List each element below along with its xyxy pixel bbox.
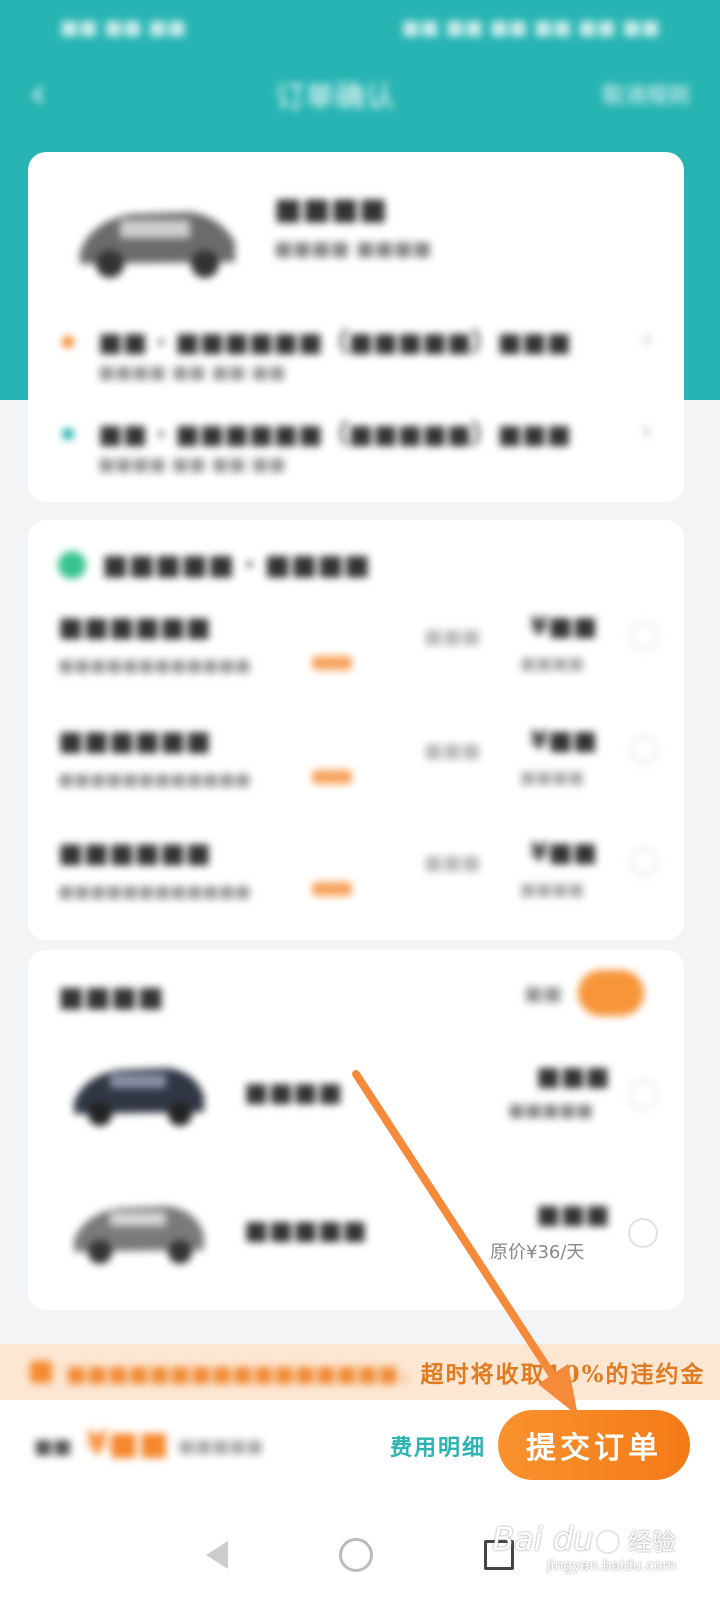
status-bar: ■■ ■■ ■■ ■■ ■■ ■■ ■■ ■■ ■■ (0, 0, 720, 54)
upgrade-original-price: ■■■■■ (508, 1100, 594, 1121)
watermark-logo: Bai du (492, 1520, 594, 1558)
upgrade-price: ■■■ (536, 1062, 610, 1092)
insurance-option[interactable]: ■■■■■■ ■■■■■■■■■■■■ ■■■ ¥■■ ■■■■ (58, 726, 658, 816)
bottom-bar: ■■ ¥■■ ■■■■■ 费用明细 提交订单 (0, 1400, 720, 1510)
insurance-desc: ■■■■■■■■■■■■ (58, 882, 251, 902)
navbar: ‹ 订单确认 取消规则 (0, 54, 720, 134)
insurance-price-sub: ■■■■ (520, 654, 585, 674)
chevron-right-icon: › (641, 324, 652, 354)
submit-order-button[interactable]: 提交订单 (498, 1410, 690, 1480)
insurance-price-sub: ■■■■ (520, 768, 585, 788)
toggle-off-label[interactable]: ■■ (524, 981, 562, 1005)
cancel-rules-link[interactable]: 取消规则 (580, 78, 690, 110)
insurance-detail[interactable]: ■■■ (424, 850, 481, 874)
system-back-icon[interactable] (205, 1541, 228, 1569)
pickup-location-row[interactable]: ■■ · ■■■■■■（■■■■■）■■■ ■■■■ ■■ ■■:■■ › (62, 322, 652, 392)
notice-text: 超时将收取10%的违约金 (420, 1361, 706, 1388)
upgrade-car-name: ■■■■■ (244, 1216, 367, 1246)
insurance-price: ¥■■ (530, 838, 598, 868)
upgrade-radio[interactable] (628, 1218, 658, 1248)
insurance-tag (312, 770, 352, 784)
pickup-time: ■■■■ ■■ ■■:■■ (98, 362, 286, 383)
check-icon (58, 550, 86, 579)
overtime-notice: ■■■■■■■■■■■■■■■■， 超时将收取10%的违约金 (0, 1344, 720, 1400)
upgrade-price: ■■■ (536, 1200, 610, 1230)
watermark-cn: 经验 (628, 1527, 676, 1556)
pickup-dot-icon (62, 336, 74, 348)
car-image (80, 212, 235, 278)
car-image (74, 1206, 204, 1264)
return-location-row[interactable]: ■■ · ■■■■■■（■■■■■）■■■ ■■■■ ■■ ■■:■■ › (62, 414, 652, 484)
status-bar-right: ■■ ■■ ■■ ■■ ■■ ■■ (401, 15, 660, 39)
insurance-name: ■■■■■■ (58, 838, 212, 869)
upgrade-title: ■■■■ (58, 980, 164, 1013)
insurance-card: ■■■■■ · ■■■■ ■■■■■■ ■■■■■■■■■■■■ ■■■ ¥■■… (28, 520, 684, 940)
insurance-name: ■■■■■■ (58, 612, 212, 643)
upgrade-car-name: ■■■■ (244, 1078, 343, 1108)
return-location: ■■ · ■■■■■■（■■■■■）■■■ (98, 420, 572, 450)
upgrade-toggle[interactable]: ■■ (524, 970, 644, 1016)
insurance-price: ¥■■ (530, 612, 598, 642)
toggle-on-button[interactable] (578, 970, 644, 1016)
total-label: ■■ (34, 1434, 72, 1458)
paw-icon: ● (595, 1522, 620, 1556)
insurance-price-sub: ■■■■ (520, 880, 585, 900)
insurance-title: ■■■■■ · ■■■■ (102, 548, 371, 581)
insurance-header: ■■■■■ · ■■■■ (58, 548, 370, 581)
total-note: ■■■■■ (178, 1436, 264, 1457)
insurance-radio[interactable] (630, 622, 658, 650)
upgrade-card: ■■■■ ■■ ■■■■ ■■■ ■■■■■ ■■■■■ ■■■ 原价¥36/天 (28, 950, 684, 1310)
return-time: ■■■■ ■■ ■■:■■ (98, 454, 286, 475)
upgrade-original-price: 原价¥36/天 (490, 1242, 585, 1263)
upgrade-option[interactable]: ■■■■ ■■■ ■■■■■ (58, 1050, 658, 1160)
insurance-radio[interactable] (630, 736, 658, 764)
car-name: ■■■■ (274, 192, 388, 227)
chevron-left-icon[interactable]: ‹ (30, 71, 90, 117)
car-spec: ■■■■ ■■■■ (274, 236, 432, 260)
insurance-detail[interactable]: ■■■ (424, 624, 481, 648)
insurance-desc: ■■■■■■■■■■■■ (58, 770, 251, 790)
warning-icon (30, 1361, 52, 1383)
upgrade-radio[interactable] (628, 1080, 658, 1110)
pickup-location: ■■ · ■■■■■■（■■■■■）■■■ (98, 328, 572, 358)
return-dot-icon (62, 428, 74, 440)
chevron-right-icon: › (641, 416, 652, 446)
watermark: Bai du ● 经验 jingyan.baidu.com (492, 1520, 676, 1574)
upgrade-option[interactable]: ■■■■■ ■■■ 原价¥36/天 (58, 1188, 658, 1298)
fee-detail-link[interactable]: 费用明细 (390, 1430, 486, 1462)
total-amount: ¥■■ (86, 1424, 169, 1462)
insurance-price: ¥■■ (530, 726, 598, 756)
insurance-desc: ■■■■■■■■■■■■ (58, 656, 251, 676)
car-summary-card: ■■■■ ■■■■ ■■■■ ■■ · ■■■■■■（■■■■■）■■■ ■■■… (28, 152, 684, 502)
insurance-option[interactable]: ■■■■■■ ■■■■■■■■■■■■ ■■■ ¥■■ ■■■■ (58, 838, 658, 928)
system-home-icon[interactable] (338, 1538, 373, 1572)
watermark-url: jingyan.baidu.com (546, 1558, 676, 1574)
insurance-detail[interactable]: ■■■ (424, 738, 481, 762)
insurance-name: ■■■■■■ (58, 726, 212, 757)
notice-blurred-text: ■■■■■■■■■■■■■■■■， (66, 1362, 421, 1387)
status-bar-left: ■■ ■■ ■■ (60, 15, 187, 39)
insurance-tag (312, 882, 352, 896)
insurance-option[interactable]: ■■■■■■ ■■■■■■■■■■■■ ■■■ ¥■■ ■■■■ (58, 612, 658, 702)
car-image (74, 1068, 204, 1126)
insurance-tag (312, 656, 352, 670)
page-title: 订单确认 (275, 80, 395, 115)
insurance-radio[interactable] (630, 848, 658, 876)
